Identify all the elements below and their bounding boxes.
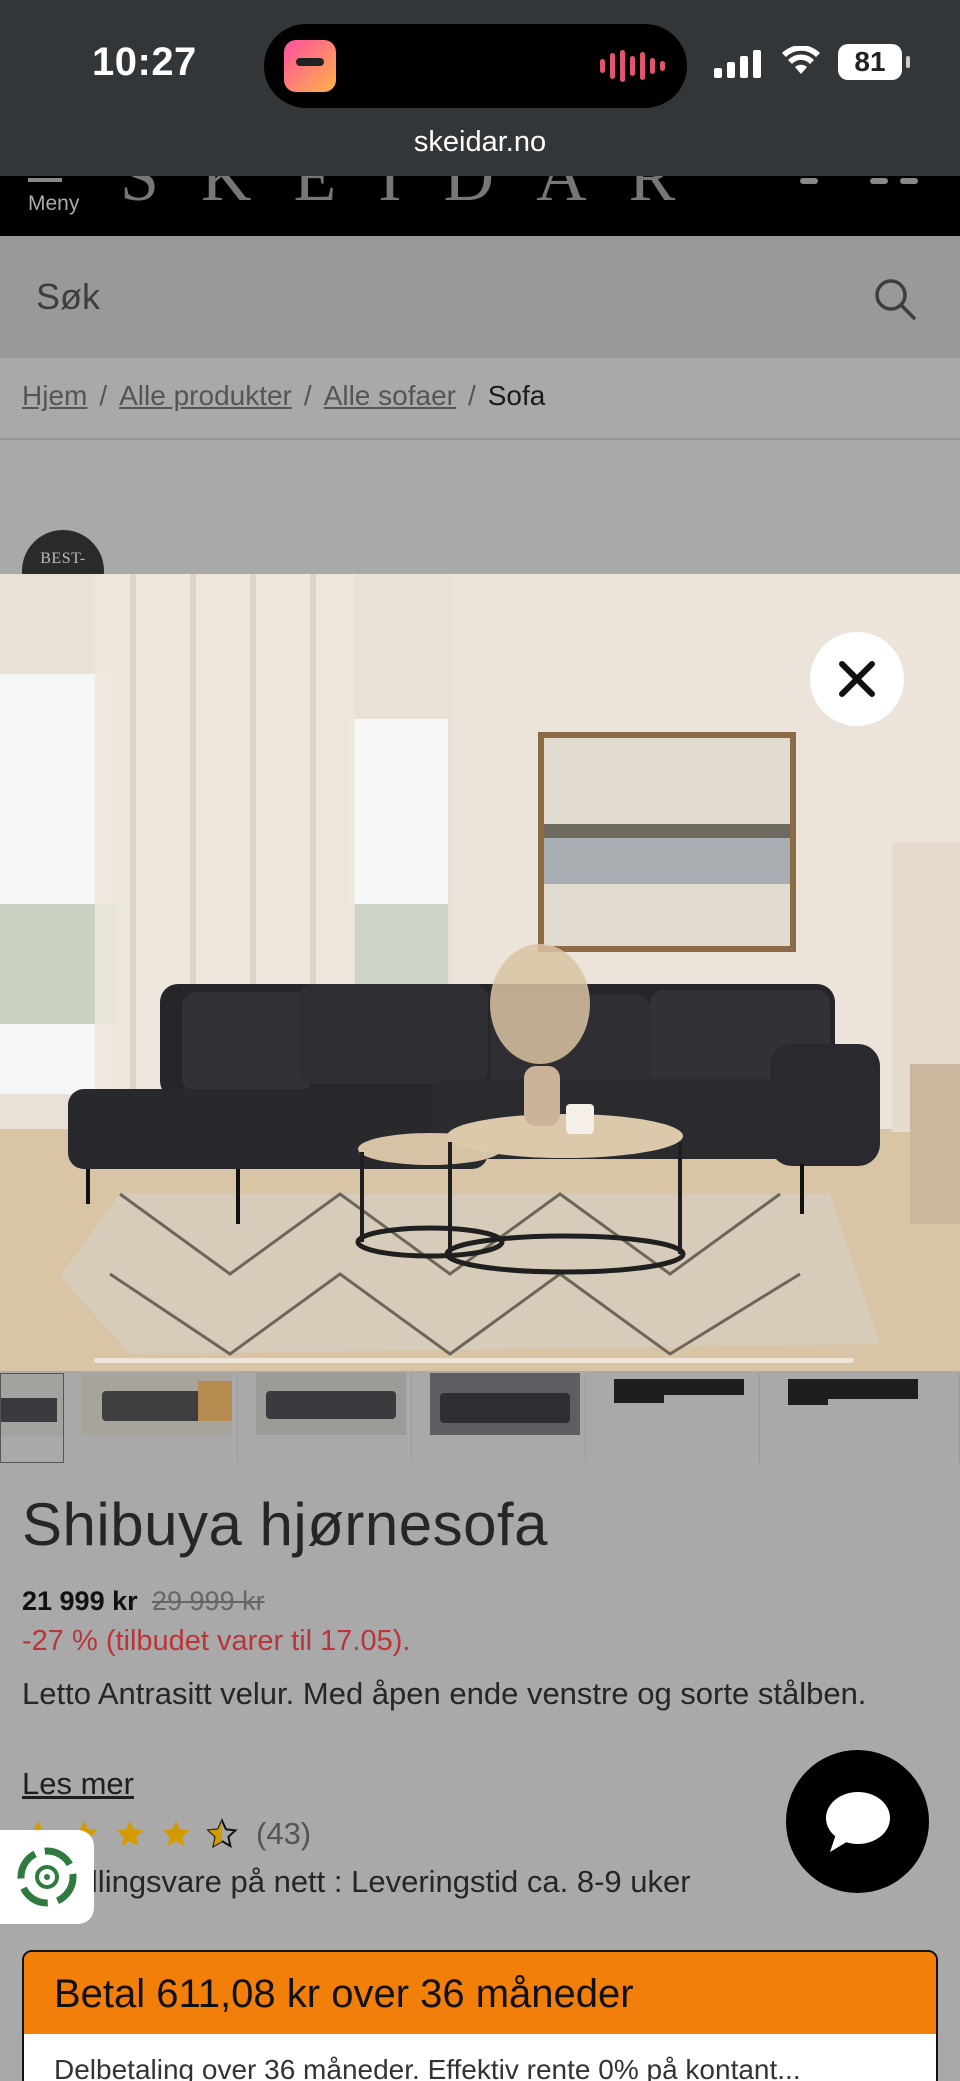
divider bbox=[0, 438, 960, 440]
status-bar: 10:27 81 skeidar.no bbox=[0, 0, 960, 176]
breadcrumb: Hjem / Alle produkter / Alle sofaer / So… bbox=[22, 380, 545, 412]
search-input[interactable] bbox=[36, 272, 836, 322]
battery-indicator: 81 bbox=[838, 44, 910, 80]
menu-button-label[interactable]: Meny bbox=[28, 192, 79, 216]
thumbnail-image bbox=[604, 1373, 754, 1435]
close-gallery-button[interactable] bbox=[810, 632, 904, 726]
read-more-link[interactable]: Les mer bbox=[22, 1766, 134, 1802]
clock: 10:27 bbox=[92, 40, 197, 84]
thumbnail-image bbox=[778, 1373, 928, 1435]
thumbnail-3[interactable] bbox=[238, 1373, 412, 1463]
recycle-icon bbox=[17, 1847, 77, 1907]
star-full-icon bbox=[162, 1820, 190, 1847]
product-title: Shibuya hjørnesofa bbox=[22, 1491, 548, 1558]
current-price: 21 999 kr bbox=[22, 1586, 138, 1616]
financing-headline: Betal 611,08 kr over 36 måneder bbox=[24, 1952, 936, 2034]
dynamic-island bbox=[264, 24, 687, 108]
wifi-icon bbox=[782, 46, 820, 74]
chat-button[interactable] bbox=[786, 1750, 929, 1893]
breadcrumb-current: Sofa bbox=[487, 380, 546, 411]
chat-icon bbox=[826, 1792, 890, 1852]
search-icon[interactable] bbox=[870, 274, 920, 324]
site-logo[interactable]: SKEIDAR bbox=[120, 176, 717, 218]
header-actions[interactable] bbox=[800, 178, 920, 186]
discount-text: -27 % (tilbudet varer til 17.05). bbox=[22, 1625, 411, 1657]
financing-box[interactable]: Betal 611,08 kr over 36 måneder Delbetal… bbox=[22, 1950, 938, 2081]
site-header: SKEIDAR Meny bbox=[0, 176, 960, 236]
audio-wave-icon bbox=[600, 50, 665, 82]
now-playing-artwork bbox=[284, 40, 336, 92]
thumbnail-image bbox=[82, 1373, 232, 1435]
thumbnail-5[interactable] bbox=[586, 1373, 760, 1463]
thumbnail-image bbox=[430, 1373, 580, 1435]
search-bar bbox=[0, 236, 960, 358]
breadcrumb-separator: / bbox=[303, 380, 312, 411]
thumbnail-strip bbox=[0, 1373, 960, 1463]
breadcrumb-all-sofas[interactable]: Alle sofaer bbox=[324, 380, 456, 412]
thumbnail-2[interactable] bbox=[64, 1373, 238, 1463]
thumbnail-1[interactable] bbox=[0, 1373, 64, 1463]
thumbnail-6[interactable] bbox=[760, 1373, 960, 1463]
close-icon bbox=[839, 661, 875, 697]
original-price: 29 999 kr bbox=[152, 1586, 265, 1616]
menu-icon[interactable] bbox=[28, 178, 62, 182]
thumbnail-4[interactable] bbox=[412, 1373, 586, 1463]
financing-detail: Delbetaling over 36 måneder. Effektiv re… bbox=[54, 2054, 801, 2081]
address-bar-url[interactable]: skeidar.no bbox=[0, 126, 960, 159]
breadcrumb-separator: / bbox=[467, 380, 476, 411]
thumbnail-image bbox=[1, 1374, 63, 1436]
thumbnail-image bbox=[256, 1373, 406, 1435]
recycle-badge[interactable] bbox=[0, 1830, 94, 1924]
review-count[interactable]: (43) bbox=[256, 1816, 311, 1852]
product-description: Letto Antrasitt velur. Med åpen ende ven… bbox=[22, 1676, 867, 1711]
delivery-info: Bestillingsvare på nett : Leveringstid c… bbox=[22, 1864, 691, 1899]
breadcrumb-separator: / bbox=[99, 380, 108, 411]
star-half-icon bbox=[206, 1818, 238, 1849]
breadcrumb-all-products[interactable]: Alle produkter bbox=[119, 380, 292, 412]
gallery-scroll-indicator bbox=[94, 1358, 854, 1363]
star-full-icon bbox=[116, 1820, 144, 1847]
breadcrumb-home[interactable]: Hjem bbox=[22, 380, 87, 412]
cellular-signal-icon bbox=[714, 48, 761, 78]
